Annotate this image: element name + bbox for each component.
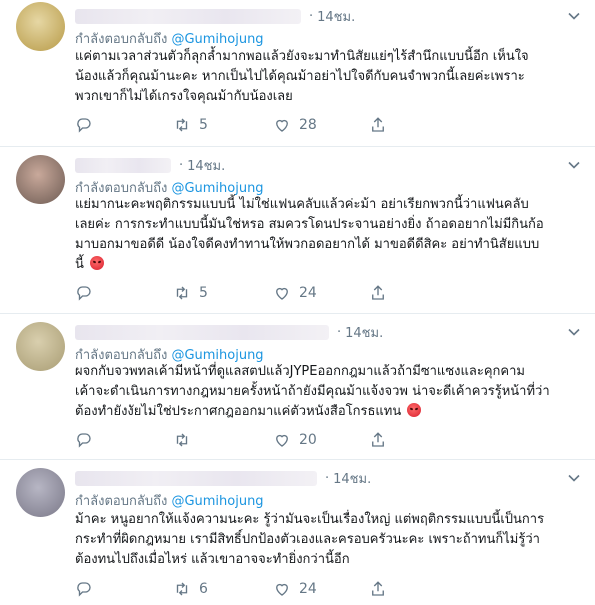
like-button[interactable]: 24 bbox=[273, 580, 317, 598]
timestamp[interactable]: 14ชม. bbox=[317, 6, 355, 27]
share-icon bbox=[372, 117, 384, 132]
mention-link[interactable]: @Gumihojung bbox=[171, 181, 263, 196]
share-button[interactable] bbox=[369, 116, 387, 134]
tweet-actions: 20 bbox=[75, 429, 575, 451]
author-name[interactable] bbox=[75, 157, 171, 173]
heart-icon bbox=[276, 119, 288, 132]
retweet-button[interactable]: 6 bbox=[173, 580, 208, 598]
reply-icon bbox=[77, 433, 91, 448]
heart-icon bbox=[276, 583, 288, 596]
share-button[interactable] bbox=[369, 580, 387, 598]
tweet-actions: 5 24 bbox=[75, 282, 575, 304]
share-icon bbox=[372, 581, 384, 596]
tweet-header: · 14ชม. bbox=[75, 155, 225, 175]
mention-link[interactable]: @Gumihojung bbox=[171, 348, 263, 363]
chevron-down-icon[interactable] bbox=[567, 325, 581, 339]
like-button[interactable]: 20 bbox=[273, 431, 317, 449]
reply-button[interactable] bbox=[75, 431, 93, 449]
heart-icon bbox=[276, 287, 288, 300]
reply-button[interactable] bbox=[75, 284, 93, 302]
retweet-count: 6 bbox=[199, 581, 208, 597]
tweet-actions: 6 24 bbox=[75, 578, 575, 600]
tweet-text: แย่มากนะคะพฤติกรรมแบบนี้ ไม่ใช่แฟนคลับแล… bbox=[75, 197, 544, 272]
retweet-icon bbox=[176, 433, 188, 447]
tweet-header: · 14ชม. bbox=[75, 322, 383, 342]
chevron-down-icon[interactable] bbox=[567, 9, 581, 23]
retweet-button[interactable]: 5 bbox=[173, 284, 208, 302]
tweet-header: · 14ชม. bbox=[75, 468, 371, 488]
author-name[interactable] bbox=[75, 8, 301, 24]
timestamp[interactable]: 14ชม. bbox=[345, 322, 383, 343]
angry-face-icon bbox=[90, 256, 105, 270]
avatar[interactable] bbox=[16, 2, 65, 51]
tweet-text: แค่ตามเวลาส่วนตัวก็ลุกล้ำมากพอแล้วยังจะม… bbox=[75, 49, 529, 104]
retweet-button[interactable] bbox=[173, 431, 199, 449]
chevron-down-icon[interactable] bbox=[567, 471, 581, 485]
like-button[interactable]: 24 bbox=[273, 284, 317, 302]
like-count: 24 bbox=[299, 285, 317, 301]
like-count: 20 bbox=[299, 432, 317, 448]
retweet-count: 5 bbox=[199, 117, 208, 133]
avatar[interactable] bbox=[16, 322, 65, 371]
like-button[interactable]: 28 bbox=[273, 116, 317, 134]
tweet-text: ผจกกับจวพทลเค้ามีหน้าที่ดูแลสตปแล้วJYPEอ… bbox=[75, 364, 550, 419]
angry-face-icon bbox=[407, 403, 422, 417]
heart-icon bbox=[276, 434, 288, 447]
tweet[interactable]: · 14ชม. กำลังตอบกลับถึง @Gumihojung แย่ม… bbox=[0, 147, 595, 314]
like-count: 24 bbox=[299, 581, 317, 597]
tweet[interactable]: · 14ชม. กำลังตอบกลับถึง @Gumihojung แค่ต… bbox=[0, 0, 595, 147]
retweet-icon bbox=[176, 286, 188, 300]
timestamp[interactable]: 14ชม. bbox=[333, 468, 371, 489]
share-button[interactable] bbox=[369, 431, 387, 449]
share-icon bbox=[372, 432, 384, 447]
retweet-icon bbox=[176, 582, 188, 596]
retweet-button[interactable]: 5 bbox=[173, 116, 208, 134]
timestamp[interactable]: 14ชม. bbox=[187, 155, 225, 176]
retweet-icon bbox=[176, 118, 188, 132]
share-button[interactable] bbox=[369, 284, 387, 302]
reply-icon bbox=[77, 286, 91, 301]
share-icon bbox=[372, 285, 384, 300]
reply-button[interactable] bbox=[75, 580, 93, 598]
tweet-text: ม้าคะ หนูอยากให้แจ้งความนะคะ รู้ว่ามันจะ… bbox=[75, 512, 545, 567]
reply-icon bbox=[77, 118, 91, 133]
retweet-count: 5 bbox=[199, 285, 208, 301]
tweet[interactable]: · 14ชม. กำลังตอบกลับถึง @Gumihojung ผจกก… bbox=[0, 314, 595, 460]
reply-button[interactable] bbox=[75, 116, 93, 134]
author-name[interactable] bbox=[75, 470, 317, 486]
mention-link[interactable]: @Gumihojung bbox=[171, 494, 263, 509]
author-name[interactable] bbox=[75, 324, 329, 340]
avatar[interactable] bbox=[16, 155, 65, 204]
chevron-down-icon[interactable] bbox=[567, 158, 581, 172]
tweet[interactable]: · 14ชม. กำลังตอบกลับถึง @Gumihojung ม้าค… bbox=[0, 460, 595, 605]
reply-context: กำลังตอบกลับถึง @Gumihojung bbox=[75, 494, 264, 509]
like-count: 28 bbox=[299, 117, 317, 133]
avatar[interactable] bbox=[16, 468, 65, 517]
reply-context: กำลังตอบกลับถึง @Gumihojung bbox=[75, 32, 264, 47]
reply-icon bbox=[77, 582, 91, 597]
reply-feed: · 14ชม. กำลังตอบกลับถึง @Gumihojung แค่ต… bbox=[0, 0, 595, 605]
tweet-actions: 5 28 bbox=[75, 114, 575, 136]
mention-link[interactable]: @Gumihojung bbox=[171, 32, 263, 47]
tweet-header: · 14ชม. bbox=[75, 6, 355, 26]
